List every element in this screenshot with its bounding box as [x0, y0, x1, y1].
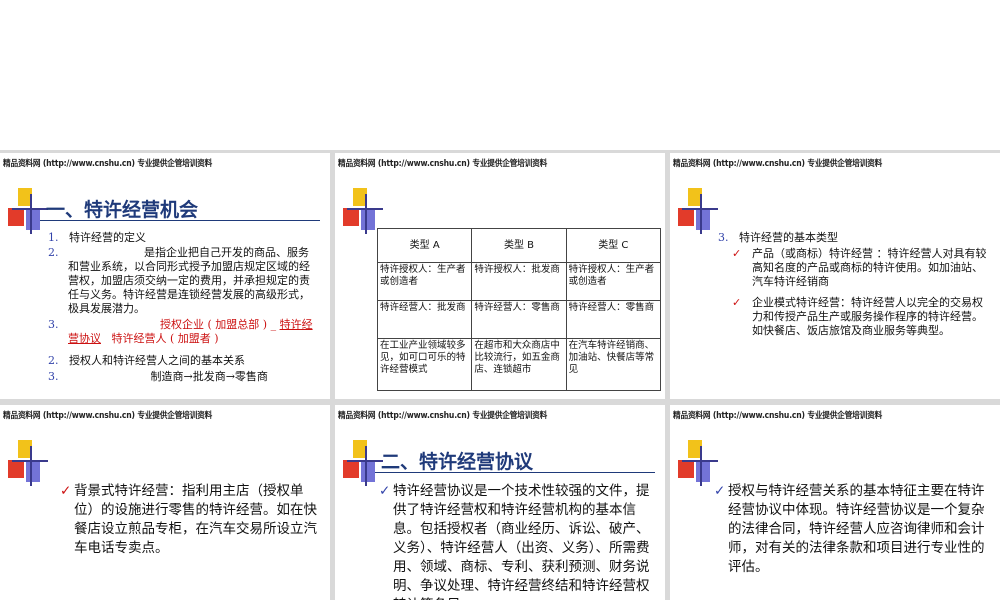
slide-header: 精品资料网 (http://www.cnshu.cn) 专业提供企管培训资料 — [3, 159, 213, 169]
checkmark-icon: ✓ — [379, 483, 391, 499]
logo-blocks-icon — [678, 440, 718, 486]
list-item: 1. 特许经营的定义 — [48, 231, 146, 244]
checkmark-icon: ✓ — [732, 296, 742, 309]
checkmark-icon: ✓ — [732, 247, 742, 260]
table-cell: 在汽车特许经销商、加油站、快餐店等常见 — [565, 338, 662, 391]
checkmark-icon: ✓ — [714, 483, 726, 499]
body-text: 授权与特许经营关系的基本特征主要在特许经营协议中体现。特许经营协议是一个复杂的法… — [728, 483, 985, 575]
table-cell: 特许授权人：生产者或创造者 — [376, 262, 473, 301]
table-header: 类型 B — [471, 228, 567, 263]
table-cell: 在工业产业领域较多见，如可口可乐的特许经营模式 — [376, 338, 473, 391]
logo-blocks-icon — [343, 440, 383, 486]
title-underline — [375, 472, 655, 473]
logo-blocks-icon — [678, 188, 718, 234]
list-item: 2. — [48, 246, 59, 259]
body-text: 特许经营协议是一个技术性较强的文件，提供了特许经营权和特许经营机构的基本信息。包… — [393, 483, 650, 600]
slide-header: 精品资料网 (http://www.cnshu.cn) 专业提供企管培训资料 — [673, 159, 883, 169]
table-cell: 特许经营人：批发商 — [376, 300, 473, 339]
logo-blocks-icon — [8, 188, 48, 234]
slide-2[interactable]: 精品资料网 (http://www.cnshu.cn) 专业提供企管培训资料 类… — [335, 153, 665, 399]
section-heading: 3. 特许经营的基本类型 — [718, 231, 838, 244]
definition-text: 是指企业把自己开发的商品、服务和营业系统，以合同形式授予加盟店规定区域的经营权，… — [68, 246, 310, 315]
title-underline — [40, 220, 320, 221]
table-header: 类型 A — [376, 228, 473, 263]
slide-4[interactable]: 精品资料网 (http://www.cnshu.cn) 专业提供企管培训资料 ✓… — [0, 405, 330, 600]
slide-title: 一、特许经营机会 — [46, 199, 199, 221]
type-comparison-table: 类型 A 类型 B 类型 C 特许授权人：生产者或创造者 特许授权人：批发商 特… — [376, 228, 662, 391]
bullet-text: 企业模式特许经营：特许经营人以完全的交易权力和传授产品生产或服务操作程序的特许经… — [752, 296, 983, 337]
relation-text: 授权企业 ( 加盟总部 ) _ 特许经营协议 特许经营人 ( 加盟者 ) — [68, 318, 313, 345]
slide-3[interactable]: 精品资料网 (http://www.cnshu.cn) 专业提供企管培训资料 3… — [670, 153, 1000, 399]
slide-header: 精品资料网 (http://www.cnshu.cn) 专业提供企管培训资料 — [673, 411, 883, 421]
list-item: 3. 制造商→批发商→零售商 — [48, 370, 268, 383]
table-cell: 特许经营人：零售商 — [471, 300, 567, 339]
slide-header: 精品资料网 (http://www.cnshu.cn) 专业提供企管培训资料 — [338, 159, 548, 169]
table-cell: 特许经营人：零售商 — [565, 300, 662, 339]
table-cell: 在超市和大众商店中比较流行，如五金商店、连锁超市 — [471, 338, 567, 391]
list-item: 2. 授权人和特许经营人之间的基本关系 — [48, 354, 245, 367]
logo-blocks-icon — [8, 440, 48, 486]
slide-6[interactable]: 精品资料网 (http://www.cnshu.cn) 专业提供企管培训资料 ✓… — [670, 405, 1000, 600]
bullet-item: ✓ — [732, 296, 752, 310]
bullet-text: 产品（或商标）特许经营 ：特许经营人对具有较高知名度的产品或商标的特许使用。如加… — [752, 247, 987, 288]
slide-header: 精品资料网 (http://www.cnshu.cn) 专业提供企管培训资料 — [3, 411, 213, 421]
slide-5[interactable]: 精品资料网 (http://www.cnshu.cn) 专业提供企管培训资料 二… — [335, 405, 665, 600]
table-header: 类型 C — [565, 228, 662, 263]
table-cell: 特许授权人：生产者或创造者 — [565, 262, 662, 301]
checkmark-icon: ✓ — [60, 483, 72, 499]
table-cell: 特许授权人：批发商 — [471, 262, 567, 301]
slide-1[interactable]: 精品资料网 (http://www.cnshu.cn) 专业提供企管培训资料 一… — [0, 153, 330, 399]
slide-header: 精品资料网 (http://www.cnshu.cn) 专业提供企管培训资料 — [338, 411, 548, 421]
body-text: 背景式特许经营：指利用主店（授权单位）的设施进行零售的特许经营。如在快餐店设立煎… — [74, 483, 317, 556]
slide-title: 二、特许经营协议 — [381, 451, 534, 473]
